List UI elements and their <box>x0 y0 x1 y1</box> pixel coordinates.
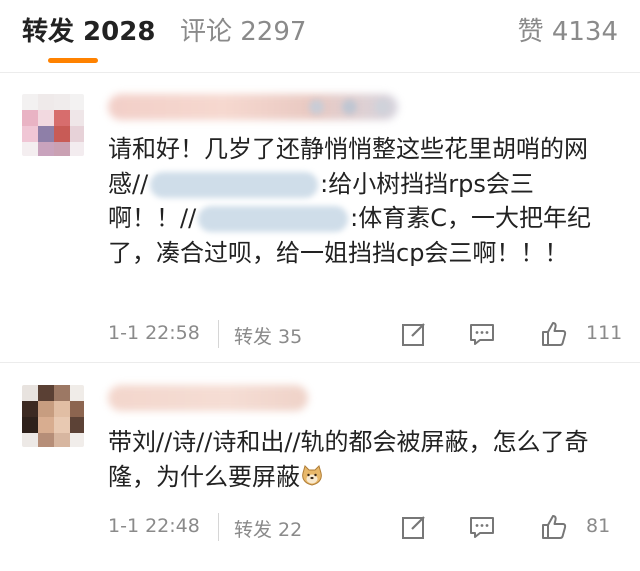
comment-text-body: 带刘//诗//诗和出//轨的都会被屏蔽，怎么了奇隆，为什么要屏蔽 <box>108 428 589 491</box>
timestamp: 1-1 22:48 <box>108 515 200 537</box>
doge-emoji-icon <box>302 464 322 486</box>
comment-text: 带刘//诗//诗和出//轨的都会被屏蔽，怎么了奇隆，为什么要屏蔽 <box>108 425 618 494</box>
thumbs-up-icon[interactable] <box>540 513 568 541</box>
mention-blurred[interactable] <box>198 206 349 232</box>
like-count: 111 <box>586 322 623 344</box>
tab-repost[interactable]: 转发 2028 <box>22 14 155 50</box>
divider <box>218 513 219 541</box>
avatar[interactable] <box>22 385 84 447</box>
edit-icon[interactable] <box>400 320 428 348</box>
mention-blurred[interactable] <box>150 171 319 198</box>
comment-icon[interactable] <box>468 320 496 348</box>
comment-item: 请和好！几岁了还静悄悄整这些花里胡哨的网感//:给小树挡挡rps会三啊！！//:… <box>0 72 640 363</box>
comment-item: 带刘//诗//诗和出//轨的都会被屏蔽，怎么了奇隆，为什么要屏蔽 1-1 22:… <box>0 363 640 571</box>
comment-icon[interactable] <box>468 513 496 541</box>
active-tab-indicator <box>48 58 98 63</box>
tab-like[interactable]: 赞 4134 <box>518 14 618 50</box>
repost-count[interactable]: 转发 22 <box>234 515 302 542</box>
username-blurred[interactable] <box>108 385 308 411</box>
like-count: 81 <box>586 515 611 537</box>
divider <box>218 320 219 348</box>
avatar[interactable] <box>22 94 84 156</box>
tab-comment[interactable]: 评论 2297 <box>180 14 306 50</box>
comment-text: 请和好！几岁了还静悄悄整这些花里胡哨的网感//:给小树挡挡rps会三啊！！//:… <box>108 132 618 270</box>
repost-count[interactable]: 转发 35 <box>234 322 302 349</box>
edit-icon[interactable] <box>400 513 428 541</box>
thumbs-up-icon[interactable] <box>540 320 568 348</box>
tab-bar: 转发 2028 评论 2297 赞 4134 <box>0 0 640 73</box>
comment-meta: 1-1 22:58 转发 35 111 <box>108 320 628 350</box>
username-badges-blurred <box>300 96 410 118</box>
timestamp: 1-1 22:58 <box>108 322 200 344</box>
comment-meta: 1-1 22:48 转发 22 81 <box>108 513 628 543</box>
